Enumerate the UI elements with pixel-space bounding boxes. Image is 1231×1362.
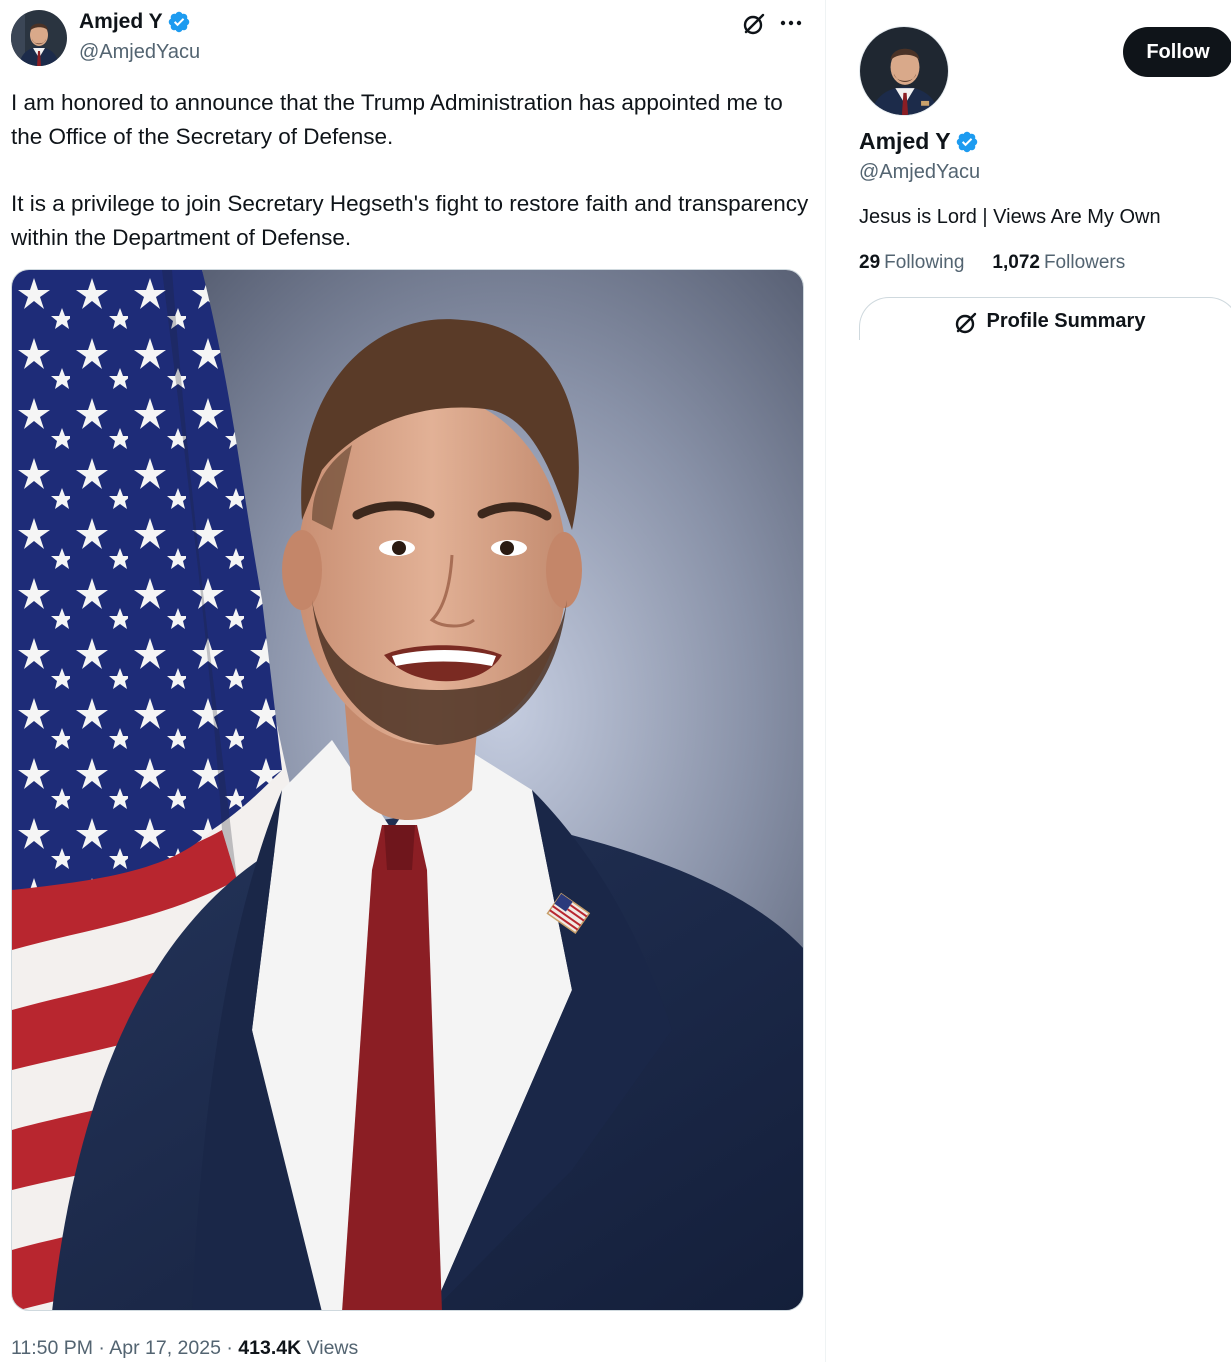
- tweet-photo[interactable]: [11, 269, 804, 1311]
- verified-badge-icon: [167, 10, 191, 34]
- grok-icon: [953, 310, 979, 336]
- tweet-text: I am honored to announce that the Trump …: [11, 86, 811, 255]
- profile-summary-label: Profile Summary: [986, 310, 1146, 332]
- follow-button[interactable]: Follow: [1123, 27, 1231, 77]
- author-name[interactable]: Amjed Y: [79, 10, 191, 34]
- tweet-timestamp[interactable]: 11:50 PM · Apr 17, 2025 ·: [11, 1337, 238, 1359]
- profile-avatar[interactable]: [859, 26, 949, 116]
- following-label: Following: [884, 252, 965, 273]
- more-icon[interactable]: [776, 8, 806, 38]
- view-count: 413.4K: [238, 1337, 302, 1359]
- view-label: Views: [301, 1337, 359, 1359]
- followers-label: Followers: [1043, 252, 1126, 273]
- profile-name-text: Amjed Y: [859, 128, 951, 154]
- author-avatar[interactable]: [11, 10, 67, 66]
- author-name-text: Amjed Y: [79, 10, 163, 33]
- profile-bio: Jesus is Lord | Views Are My Own: [859, 206, 1161, 228]
- verified-badge-icon: [955, 130, 979, 154]
- author-handle[interactable]: @AmjedYacu: [79, 41, 200, 64]
- tweet-paragraph: I am honored to announce that the Trump …: [11, 90, 783, 149]
- profile-hover-card: Follow Amjed Y @AmjedYacu Jesus is Lord …: [827, 0, 1231, 1362]
- card-cutoff: [859, 340, 1231, 370]
- followers-count: 1,072: [992, 252, 1040, 273]
- profile-handle[interactable]: @AmjedYacu: [859, 161, 980, 184]
- tweet: Amjed Y @AmjedYacu I am honored to annou…: [0, 0, 826, 1362]
- grok-icon[interactable]: [740, 10, 768, 38]
- profile-name[interactable]: Amjed Y: [859, 128, 979, 155]
- following-link[interactable]: 29 Following: [859, 252, 964, 274]
- tweet-paragraph: It is a privilege to join Secretary Hegs…: [11, 191, 809, 250]
- followers-link[interactable]: 1,072 Followers: [992, 252, 1125, 274]
- tweet-meta: 11:50 PM · Apr 17, 2025 · 413.4K Views: [11, 1337, 358, 1360]
- following-count: 29: [859, 252, 881, 273]
- profile-stats: 29 Following 1,072 Followers: [859, 252, 1125, 274]
